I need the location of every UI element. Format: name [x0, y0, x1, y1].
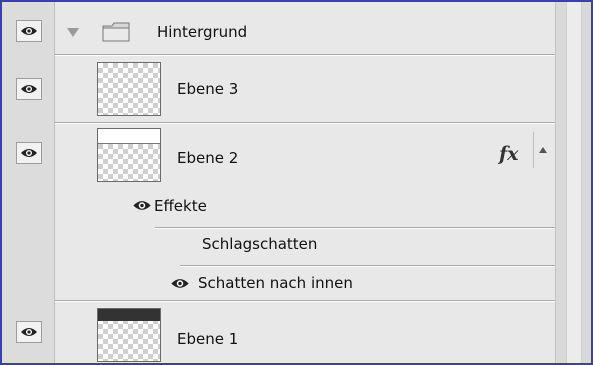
visibility-column — [2, 2, 55, 363]
effect-item-inner-shadow[interactable]: Schatten nach innen — [198, 274, 353, 292]
layer-name[interactable]: Ebene 2 — [177, 149, 238, 167]
thumbnail-band — [98, 129, 160, 144]
layer-thumbnail — [97, 308, 161, 362]
folder-icon — [102, 22, 130, 42]
fx-icon[interactable]: fx — [499, 143, 519, 165]
effects-toggle-button[interactable] — [533, 132, 552, 168]
effect-visibility-eye-icon[interactable] — [170, 277, 190, 290]
layer-name[interactable]: Ebene 3 — [177, 80, 238, 98]
effects-visibility-eye-icon[interactable] — [132, 199, 152, 212]
effects-title[interactable]: Effekte — [154, 197, 207, 215]
divider — [180, 266, 555, 267]
scrollbar-track[interactable] — [566, 2, 582, 363]
group-visibility-eye-icon[interactable] — [16, 20, 42, 42]
layer-visibility-eye-icon[interactable] — [16, 78, 42, 100]
layer-visibility-eye-icon[interactable] — [16, 321, 42, 343]
triangle-down-icon[interactable] — [66, 26, 80, 38]
group-name: Hintergrund — [157, 23, 248, 41]
layer-thumbnail — [97, 128, 161, 182]
divider — [55, 123, 555, 124]
layer-visibility-eye-icon[interactable] — [16, 142, 42, 164]
thumbnail-band — [98, 309, 160, 321]
effect-item-drop-shadow[interactable]: Schlagschatten — [202, 235, 317, 253]
divider — [155, 228, 555, 229]
layer-thumbnail — [97, 62, 161, 116]
triangle-up-icon — [539, 147, 547, 153]
divider — [55, 55, 555, 56]
scrollbar[interactable] — [555, 2, 591, 363]
layers-panel: Hintergrund Ebene 3 Ebene 2 fx Effekte S… — [0, 0, 593, 365]
divider — [55, 301, 555, 302]
layer-name[interactable]: Ebene 1 — [177, 330, 238, 348]
